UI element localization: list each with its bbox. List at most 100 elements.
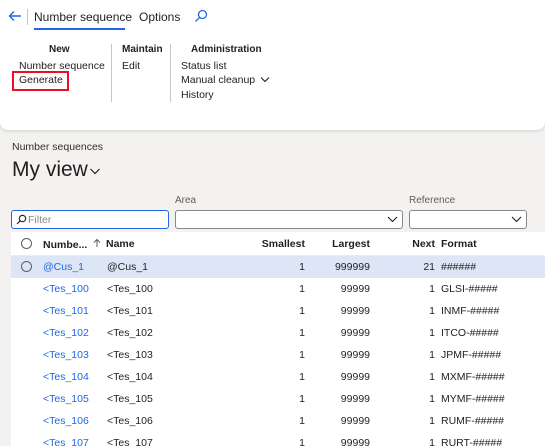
cell-name: <Tes_102: [107, 327, 153, 339]
cell-next: 1: [429, 415, 435, 427]
cell-next: 1: [429, 305, 435, 317]
cell-largest: 99999: [340, 437, 370, 446]
cell-largest: 999999: [334, 261, 370, 273]
cell-name: <Tes_101: [107, 305, 153, 317]
cell-format: JPMF-#####: [441, 349, 502, 361]
cell-next: 1: [429, 283, 435, 295]
cell-largest: 99999: [340, 415, 370, 427]
manual-cleanup-label: Manual cleanup: [181, 74, 256, 86]
table-row[interactable]: <Tes_100 <Tes_100 1 99999 1 GLSI-#####: [11, 278, 545, 300]
column-header-number-label: Numbe...: [43, 239, 88, 251]
group-title-new: New: [49, 44, 70, 55]
column-header-format[interactable]: Format: [441, 238, 477, 250]
cell-name: <Tes_100: [107, 283, 153, 295]
sort-ascending-icon: [93, 238, 101, 247]
table-row[interactable]: <Tes_103 <Tes_103 1 99999 1 JPMF-#####: [11, 344, 545, 366]
tab-number-sequence[interactable]: Number sequence: [34, 10, 132, 24]
column-header-smallest[interactable]: Smallest: [255, 238, 305, 250]
cell-name: <Tes_105: [107, 393, 153, 405]
cell-name: <Tes_103: [107, 349, 153, 361]
cell-name: <Tes_107: [107, 437, 153, 446]
back-arrow-icon[interactable]: [6, 8, 24, 26]
search-icon: [16, 214, 27, 225]
area-label: Area: [175, 195, 197, 206]
table-row[interactable]: <Tes_107 <Tes_107 1 99999 1 RURT-#####: [11, 432, 545, 446]
column-header-next[interactable]: Next: [395, 238, 435, 250]
cell-smallest: 1: [299, 327, 305, 339]
filter-field[interactable]: [11, 210, 169, 229]
number-sequence-link[interactable]: <Tes_105: [43, 393, 89, 405]
select-all-radio[interactable]: [21, 238, 32, 249]
tab-options[interactable]: Options: [139, 10, 180, 24]
cell-format: ######: [441, 261, 477, 273]
action-pane: Number sequence Options New Number seque…: [0, 0, 545, 130]
table-row[interactable]: @Cus_1 @Cus_1 1 999999 21 ######: [11, 256, 545, 278]
filter-input[interactable]: [28, 213, 166, 227]
number-sequence-link[interactable]: <Tes_107: [43, 437, 89, 446]
group-separator: [111, 44, 112, 102]
column-header-name[interactable]: Name: [106, 238, 135, 250]
group-title-administration: Administration: [191, 44, 262, 55]
search-icon[interactable]: [194, 9, 208, 23]
number-sequence-link[interactable]: <Tes_106: [43, 415, 89, 427]
cell-next: 1: [429, 393, 435, 405]
cell-smallest: 1: [299, 261, 305, 273]
edit-button[interactable]: Edit: [122, 60, 140, 72]
cell-smallest: 1: [299, 415, 305, 427]
column-header-number[interactable]: Numbe...: [43, 238, 101, 251]
reference-select[interactable]: [409, 210, 527, 229]
cell-format: MXMF-#####: [441, 371, 505, 383]
cell-largest: 99999: [340, 349, 370, 361]
number-sequence-link[interactable]: <Tes_104: [43, 371, 89, 383]
cell-smallest: 1: [299, 349, 305, 361]
page-caption: Number sequences: [12, 141, 104, 153]
cell-largest: 99999: [340, 371, 370, 383]
chevron-down-icon: [511, 216, 522, 223]
number-sequence-link[interactable]: <Tes_100: [43, 283, 89, 295]
group-separator: [170, 44, 171, 102]
status-list-button[interactable]: Status list: [181, 60, 227, 72]
cell-format: RUMF-#####: [441, 415, 505, 427]
cell-next: 1: [429, 327, 435, 339]
table-row[interactable]: <Tes_105 <Tes_105 1 99999 1 MYMF-#####: [11, 388, 545, 410]
number-sequence-grid: Numbe... Name Smallest Largest Next Form…: [11, 232, 545, 446]
number-sequence-link[interactable]: <Tes_102: [43, 327, 89, 339]
cell-largest: 99999: [340, 393, 370, 405]
ribbon-divider: [27, 9, 28, 25]
cell-name: <Tes_106: [107, 415, 153, 427]
cell-next: 1: [429, 371, 435, 383]
cell-name: @Cus_1: [107, 261, 149, 273]
cell-smallest: 1: [299, 283, 305, 295]
manual-cleanup-button[interactable]: Manual cleanup: [181, 74, 270, 86]
number-sequence-link[interactable]: @Cus_1: [43, 261, 84, 273]
cell-next: 21: [423, 261, 435, 273]
table-row[interactable]: <Tes_104 <Tes_104 1 99999 1 MXMF-#####: [11, 366, 545, 388]
cell-next: 1: [429, 437, 435, 446]
cell-smallest: 1: [299, 371, 305, 383]
area-select[interactable]: [175, 210, 403, 229]
chevron-down-icon: [260, 77, 270, 83]
cell-largest: 99999: [340, 283, 370, 295]
column-header-largest[interactable]: Largest: [320, 238, 370, 250]
row-select-radio[interactable]: [21, 261, 32, 272]
view-selector[interactable]: My view: [12, 158, 88, 182]
cell-smallest: 1: [299, 393, 305, 405]
chevron-down-icon[interactable]: [89, 166, 101, 176]
history-button[interactable]: History: [181, 89, 214, 101]
grid-header: Numbe... Name Smallest Largest Next Form…: [11, 232, 545, 256]
cell-name: <Tes_104: [107, 371, 153, 383]
table-row[interactable]: <Tes_106 <Tes_106 1 99999 1 RUMF-#####: [11, 410, 545, 432]
cell-format: ITCO-#####: [441, 327, 499, 339]
cell-smallest: 1: [299, 305, 305, 317]
generate-highlight: [12, 71, 69, 91]
table-row[interactable]: <Tes_102 <Tes_102 1 99999 1 ITCO-#####: [11, 322, 545, 344]
cell-format: INMF-#####: [441, 305, 500, 317]
number-sequence-link[interactable]: <Tes_103: [43, 349, 89, 361]
cell-format: GLSI-#####: [441, 283, 498, 295]
cell-largest: 99999: [340, 305, 370, 317]
table-row[interactable]: <Tes_101 <Tes_101 1 99999 1 INMF-#####: [11, 300, 545, 322]
reference-label: Reference: [409, 195, 456, 206]
cell-format: RURT-#####: [441, 437, 503, 446]
active-tab-indicator: [34, 28, 125, 30]
number-sequence-link[interactable]: <Tes_101: [43, 305, 89, 317]
